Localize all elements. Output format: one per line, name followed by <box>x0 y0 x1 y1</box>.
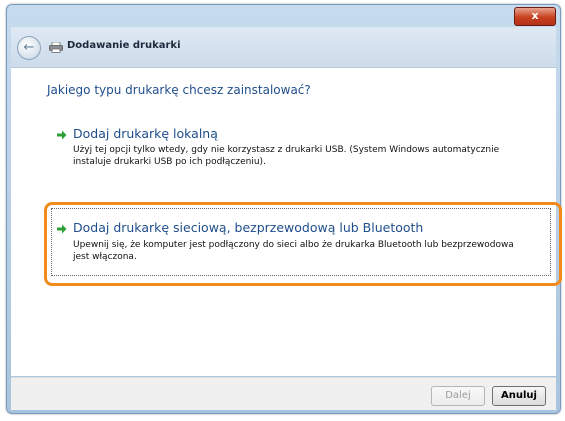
option-description: Upewnij się, że komputer jest podłączony… <box>73 240 514 262</box>
green-arrow-icon <box>57 224 67 234</box>
next-button[interactable]: Dalej <box>431 386 485 406</box>
back-button[interactable]: ← <box>17 36 41 60</box>
navigation-bar: ← Dodawanie drukarki <box>11 27 556 68</box>
option-network-printer[interactable]: Dodaj drukarkę sieciową, bezprzewodową l… <box>51 208 551 276</box>
dialog-content: Jakiego typu drukarkę chcesz zainstalowa… <box>11 68 562 376</box>
green-arrow-icon <box>57 130 67 140</box>
back-arrow-icon: ← <box>23 40 35 55</box>
dialog-footer: Dalej Anuluj <box>11 377 556 410</box>
option-description: Użyj tej opcji tylko wtedy, gdy nie korz… <box>73 145 500 167</box>
add-printer-window: x ← Dodawanie drukarki Jakiego typu druk… <box>6 4 562 414</box>
dialog-question: Jakiego typu drukarkę chcesz zainstalowa… <box>47 83 311 97</box>
option-title[interactable]: Dodaj drukarkę lokalną <box>73 126 218 141</box>
window-title: Dodawanie drukarki <box>67 40 181 51</box>
close-icon: x <box>531 9 539 22</box>
cancel-button[interactable]: Anuluj <box>492 386 546 406</box>
close-button[interactable]: x <box>514 7 556 26</box>
option-title[interactable]: Dodaj drukarkę sieciową, bezprzewodową l… <box>73 220 423 235</box>
printer-icon <box>49 42 63 53</box>
